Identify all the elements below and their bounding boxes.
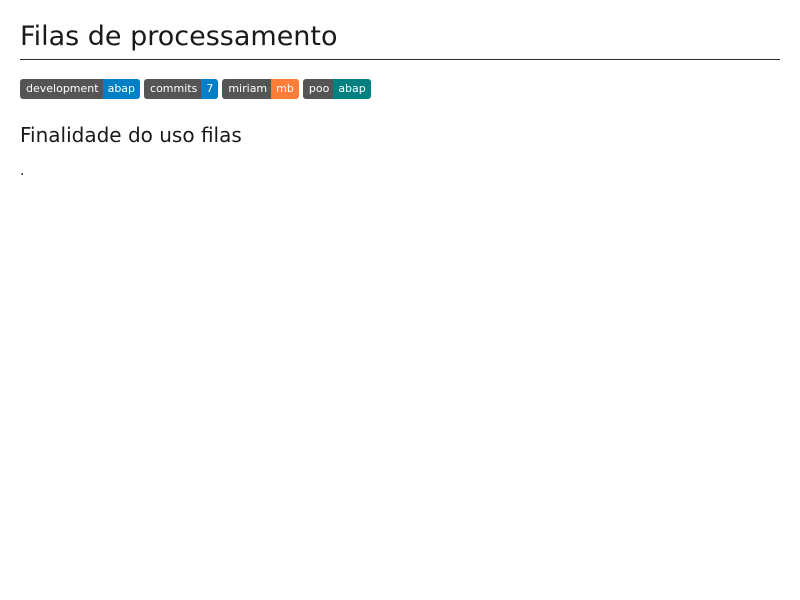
section-heading: Finalidade do uso filas	[20, 123, 242, 147]
badge-label: miriam	[222, 79, 272, 99]
badge-value: 7	[201, 79, 219, 99]
badge-label: commits	[144, 79, 202, 99]
page-title: Filas de processamento	[20, 0, 780, 60]
badge-value: mb	[271, 79, 299, 99]
badge-value: abap	[333, 79, 371, 99]
badge-value: abap	[102, 79, 141, 99]
section-paragraph: .	[20, 163, 25, 179]
readme-page: Filas de processamento development abap …	[20, 0, 780, 181]
badge-commits[interactable]: commits 7	[144, 79, 219, 99]
badge-row: development abap commits 7 miriam mb poo…	[20, 79, 780, 99]
badge-development[interactable]: development abap	[20, 79, 141, 99]
badge-label: development	[20, 79, 103, 99]
badge-label: poo	[302, 79, 334, 99]
badge-poo[interactable]: poo abap	[302, 79, 371, 99]
badge-miriam[interactable]: miriam mb	[222, 79, 299, 99]
